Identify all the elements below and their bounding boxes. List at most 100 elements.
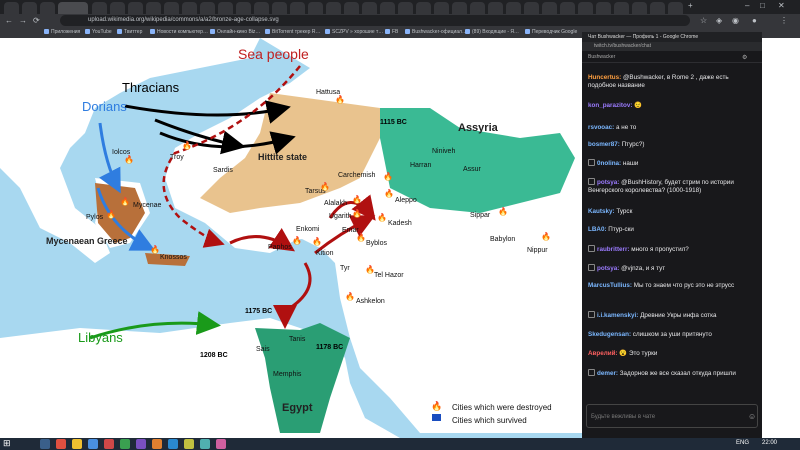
browser-tab[interactable] xyxy=(4,2,19,14)
bookmark-star-icon[interactable]: ☆ xyxy=(700,16,707,25)
taskbar-app-icon[interactable] xyxy=(120,439,130,449)
browser-tab[interactable] xyxy=(632,2,647,14)
chat-username[interactable]: Аврелий: xyxy=(588,350,618,357)
chat-message: raubritterr: много я пропустил? xyxy=(588,245,756,254)
chat-username[interactable]: demer: xyxy=(597,370,618,377)
bookmark-item[interactable]: BitTorrent трекер R… xyxy=(265,28,320,37)
browser-tab[interactable] xyxy=(398,2,413,14)
back-icon[interactable]: ← xyxy=(5,16,13,25)
bookmark-item[interactable]: Новости компьютер… xyxy=(150,28,208,37)
maximize-icon[interactable]: □ xyxy=(760,1,765,10)
chat-text: слишком за уши притянуто xyxy=(632,331,712,338)
chat-message: potsya: @BushHistory, будет стрим по ист… xyxy=(588,178,756,195)
browser-tab[interactable] xyxy=(326,2,341,14)
browser-tab[interactable] xyxy=(650,2,665,14)
settings-icon[interactable]: ⚙ xyxy=(742,54,747,61)
browser-tab[interactable] xyxy=(578,2,593,14)
bookmark-item[interactable]: YouTube xyxy=(85,28,112,37)
browser-tab[interactable] xyxy=(488,2,503,14)
browser-tab-active[interactable] xyxy=(58,2,88,14)
browser-tab[interactable] xyxy=(470,2,485,14)
browser-tab[interactable] xyxy=(22,2,37,14)
chat-username[interactable]: potsya: xyxy=(597,265,619,272)
chat-username[interactable]: Huncertus: xyxy=(588,74,621,81)
browser-tab[interactable] xyxy=(542,2,557,14)
chat-message: Kautsky: Турск xyxy=(588,208,756,216)
browser-tab[interactable] xyxy=(344,2,359,14)
browser-tab[interactable] xyxy=(668,2,683,14)
browser-tab[interactable] xyxy=(272,2,287,14)
bookmark-item[interactable]: (89) Входящие - Я… xyxy=(465,28,519,37)
chat-username[interactable]: LBA0: xyxy=(588,226,607,233)
chat-username[interactable]: kon_parazitov: xyxy=(588,102,632,109)
chat-username[interactable]: bosmer87: xyxy=(588,141,620,148)
browser-tab[interactable] xyxy=(236,2,251,14)
menu-icon[interactable]: ⋮ xyxy=(780,16,788,25)
taskbar-app-icon[interactable] xyxy=(136,439,146,449)
taskbar-app-icon[interactable] xyxy=(216,439,226,449)
minimize-icon[interactable]: – xyxy=(745,1,749,10)
extension-icon[interactable]: ◈ xyxy=(716,16,722,25)
browser-tab[interactable] xyxy=(128,2,143,14)
taskbar-app-icon[interactable] xyxy=(168,439,178,449)
browser-tab[interactable] xyxy=(40,2,55,14)
url-input[interactable]: upload.wikimedia.org/wikipedia/commons/a… xyxy=(60,15,690,26)
bookmark-item[interactable]: Приложения xyxy=(44,28,80,37)
taskbar-app-icon[interactable] xyxy=(56,439,66,449)
browser-tab[interactable] xyxy=(434,2,449,14)
browser-tab[interactable] xyxy=(92,2,107,14)
chat-username[interactable]: i.i.kamenskyi: xyxy=(597,312,638,319)
forward-icon[interactable]: → xyxy=(19,16,27,25)
chat-input[interactable]: Будьте вежливы в чате xyxy=(586,404,758,428)
taskbar-app-icon[interactable] xyxy=(72,439,82,449)
taskbar-app-icon[interactable] xyxy=(88,439,98,449)
browser-tab[interactable] xyxy=(290,2,305,14)
taskbar-app-icon[interactable] xyxy=(152,439,162,449)
taskbar-app-icon[interactable] xyxy=(184,439,194,449)
avatar[interactable]: ● xyxy=(752,16,757,25)
windows-start-icon[interactable]: ⊞ xyxy=(3,438,11,449)
browser-tab[interactable] xyxy=(506,2,521,14)
browser-tab[interactable] xyxy=(110,2,125,14)
language-indicator[interactable]: ENG xyxy=(736,440,749,446)
reload-icon[interactable]: ⟳ xyxy=(33,16,40,25)
bookmark-item[interactable]: Твиттер xyxy=(117,28,142,37)
browser-tab[interactable] xyxy=(218,2,233,14)
extension-icon[interactable]: ◉ xyxy=(732,16,739,25)
browser-tab[interactable] xyxy=(416,2,431,14)
bookmark-item[interactable]: Онлайн-кино Biz… xyxy=(210,28,260,37)
taskbar-app-icon[interactable] xyxy=(40,439,50,449)
chat-username[interactable]: 0nolina: xyxy=(597,160,621,167)
bookmark-item[interactable]: FB xyxy=(385,28,398,37)
bookmark-item[interactable]: SCZPV » хорошие т… xyxy=(325,28,383,37)
chat-username[interactable]: potsya: xyxy=(597,179,619,186)
emote-icon[interactable]: ☺ xyxy=(748,412,756,421)
browser-tab[interactable] xyxy=(614,2,629,14)
browser-tab[interactable] xyxy=(596,2,611,14)
browser-tab[interactable] xyxy=(560,2,575,14)
browser-tab[interactable] xyxy=(380,2,395,14)
chat-username[interactable]: Skedugensan: xyxy=(588,331,631,338)
bookmark-item[interactable]: Bushwacker-официал… xyxy=(405,28,467,37)
browser-tab[interactable] xyxy=(254,2,269,14)
close-icon[interactable]: ✕ xyxy=(778,1,785,10)
browser-tab[interactable] xyxy=(182,2,197,14)
chat-username[interactable]: raubritterr: xyxy=(597,246,630,253)
new-tab-icon[interactable]: + xyxy=(688,1,693,10)
legend-destroyed: Cities which were destroyed xyxy=(452,403,552,412)
browser-tab[interactable] xyxy=(164,2,179,14)
browser-tab[interactable] xyxy=(200,2,215,14)
browser-tab[interactable] xyxy=(308,2,323,14)
browser-tab[interactable] xyxy=(362,2,377,14)
chat-username[interactable]: Kautsky: xyxy=(588,208,615,215)
taskbar-app-icon[interactable] xyxy=(104,439,114,449)
bookmark-item[interactable]: Переводчик Google xyxy=(525,28,577,37)
chat-username[interactable]: rsvooac: xyxy=(588,124,614,131)
browser-tab[interactable] xyxy=(452,2,467,14)
chat-username[interactable]: MarcusTullius: xyxy=(588,282,632,289)
taskbar-app-icon[interactable] xyxy=(200,439,210,449)
browser-tab[interactable] xyxy=(146,2,161,14)
browser-tab[interactable] xyxy=(524,2,539,14)
chat-text: Мы то знаем что рус это не этрусс xyxy=(633,282,735,289)
clock[interactable]: 22:00 xyxy=(762,440,777,446)
